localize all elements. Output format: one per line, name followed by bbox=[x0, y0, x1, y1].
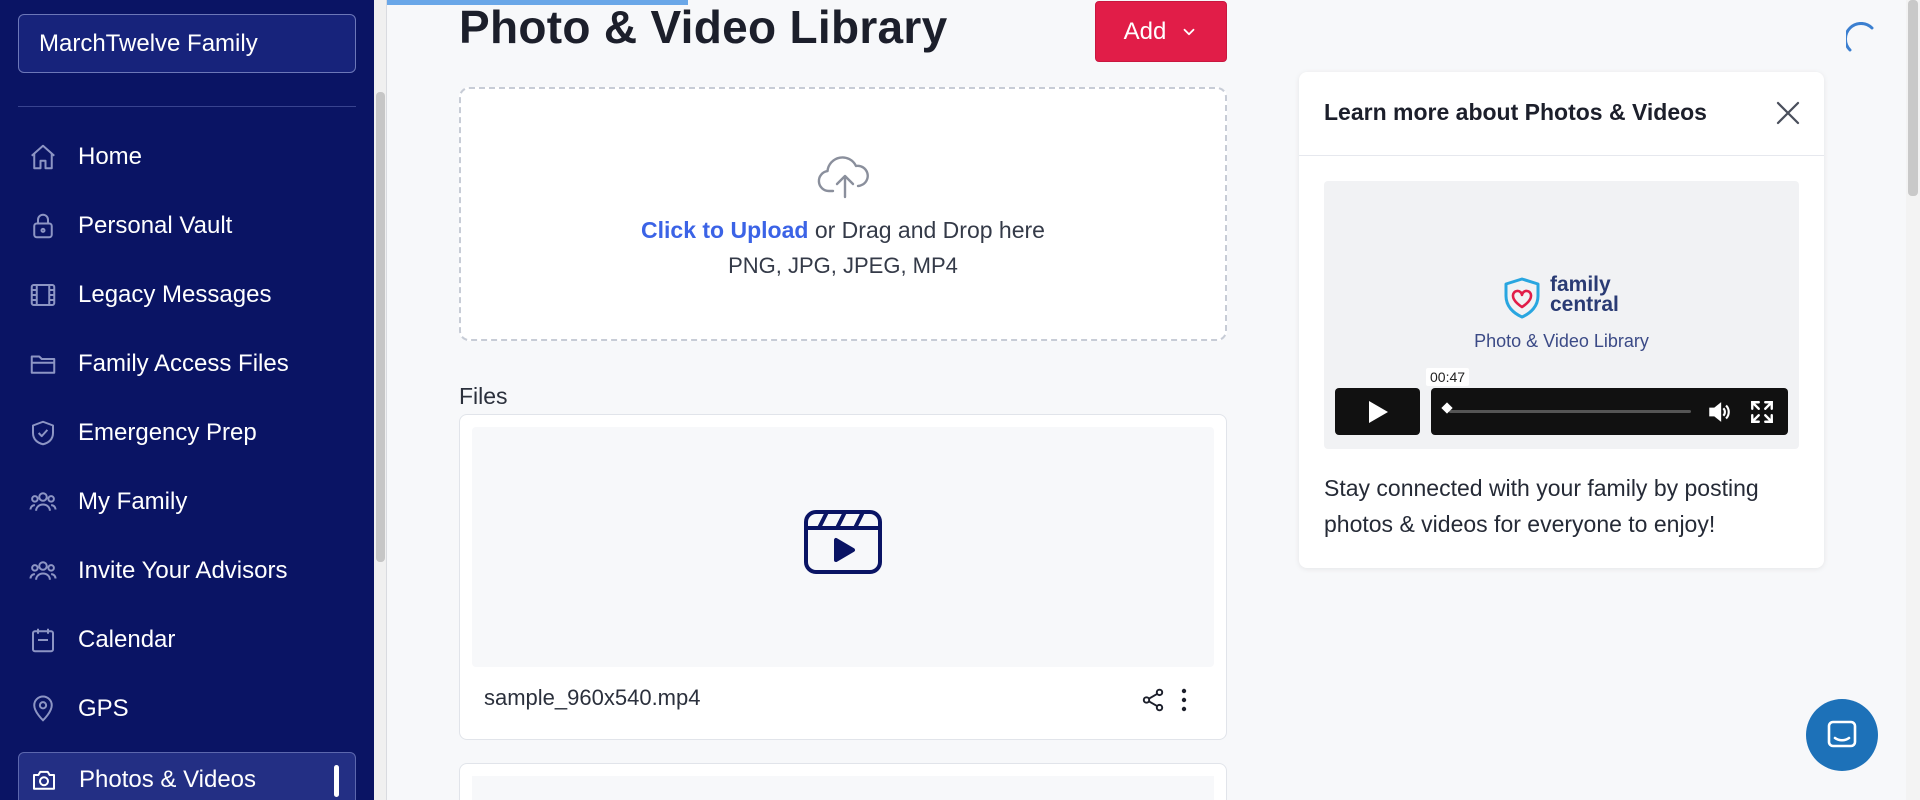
page-scrollbar[interactable] bbox=[1906, 0, 1920, 800]
sidebar-item-emergency-prep[interactable]: Emergency Prep bbox=[18, 405, 356, 461]
users-icon bbox=[26, 485, 60, 519]
sidebar-item-label: Emergency Prep bbox=[78, 419, 257, 446]
home-icon bbox=[26, 140, 60, 174]
film-icon bbox=[26, 278, 60, 312]
sidebar-item-legacy-messages[interactable]: Legacy Messages bbox=[18, 267, 356, 323]
file-name: sample_960x540.mp4 bbox=[484, 685, 701, 710]
sidebar-scrollbar[interactable] bbox=[374, 0, 387, 800]
sidebar-item-label: Invite Your Advisors bbox=[78, 557, 288, 584]
sidebar-item-home[interactable]: Home bbox=[18, 129, 356, 185]
time-tooltip: 00:47 bbox=[1426, 368, 1470, 386]
files-heading: Files bbox=[459, 383, 508, 409]
chevron-down-icon bbox=[1183, 28, 1195, 35]
chat-icon bbox=[1827, 720, 1857, 748]
sidebar-item-label: Legacy Messages bbox=[78, 281, 272, 308]
learn-panel-description: Stay connected with your family by posti… bbox=[1324, 475, 1759, 537]
sidebar-item-label: My Family bbox=[78, 488, 188, 515]
sidebar-item-label: Calendar bbox=[78, 626, 176, 653]
family-selector[interactable]: MarchTwelve Family bbox=[18, 14, 356, 73]
add-button[interactable]: Add bbox=[1095, 1, 1227, 62]
sidebar-item-calendar[interactable]: Calendar bbox=[18, 612, 356, 668]
file-thumbnail[interactable] bbox=[472, 776, 1214, 800]
sidebar-item-label: Personal Vault bbox=[78, 212, 233, 239]
sidebar-item-label: Photos & Videos bbox=[79, 766, 257, 793]
page-title: Photo & Video Library bbox=[459, 1, 948, 53]
loading-spinner-icon bbox=[1846, 22, 1874, 52]
file-thumbnail[interactable] bbox=[472, 427, 1214, 667]
learn-panel-title: Learn more about Photos & Videos bbox=[1324, 99, 1707, 125]
file-card[interactable]: sample_960x540.mp4 bbox=[459, 414, 1227, 740]
play-button[interactable] bbox=[1335, 388, 1420, 435]
sidebar-item-photos-videos[interactable]: Photos & Videos bbox=[18, 752, 356, 800]
sidebar-item-label: GPS bbox=[78, 695, 129, 722]
volume-icon[interactable] bbox=[1706, 399, 1732, 425]
upload-instruction-rest: or Drag and Drop here bbox=[808, 217, 1045, 243]
sidebar: MarchTwelve Family Home Personal Vault L… bbox=[0, 0, 374, 800]
camera-icon bbox=[27, 763, 61, 797]
shield-check-icon bbox=[26, 416, 60, 450]
brand-name: family central bbox=[1550, 273, 1619, 316]
active-indicator bbox=[334, 765, 339, 797]
map-pin-icon bbox=[26, 692, 60, 726]
sidebar-item-my-family[interactable]: My Family bbox=[18, 474, 356, 530]
family-name: MarchTwelve Family bbox=[39, 29, 258, 57]
folder-icon bbox=[26, 347, 60, 381]
sidebar-item-label: Home bbox=[78, 143, 143, 170]
chat-launcher-button[interactable] bbox=[1806, 699, 1878, 771]
share-icon[interactable] bbox=[1140, 687, 1166, 713]
lock-icon bbox=[26, 209, 60, 243]
sidebar-item-invite-advisors[interactable]: Invite Your Advisors bbox=[18, 543, 356, 599]
video-clapper-icon bbox=[804, 510, 882, 574]
family-central-logo-icon bbox=[1504, 277, 1540, 319]
click-to-upload-link[interactable]: Click to Upload bbox=[641, 217, 808, 243]
learn-panel-header: Learn more about Photos & Videos bbox=[1299, 72, 1824, 156]
cloud-upload-icon bbox=[817, 156, 869, 199]
upload-dropzone[interactable]: Click to Upload or Drag and Drop here PN… bbox=[459, 87, 1227, 341]
close-icon[interactable] bbox=[1773, 98, 1803, 128]
sidebar-item-label: Family Access Files bbox=[78, 350, 289, 377]
learn-more-panel: Learn more about Photos & Videos family … bbox=[1299, 72, 1824, 568]
upload-formats: PNG, JPG, JPEG, MP4 bbox=[728, 253, 958, 278]
sidebar-item-family-access-files[interactable]: Family Access Files bbox=[18, 336, 356, 392]
fullscreen-icon[interactable] bbox=[1749, 399, 1775, 425]
more-vertical-icon[interactable] bbox=[1178, 687, 1190, 713]
page-scrollbar-thumb[interactable] bbox=[1908, 0, 1918, 196]
play-icon bbox=[1368, 400, 1388, 423]
add-button-label: Add bbox=[1123, 17, 1167, 45]
upload-instruction: Click to Upload or Drag and Drop here bbox=[461, 217, 1225, 244]
video-subtitle: Photo & Video Library bbox=[1474, 331, 1649, 351]
video-player[interactable]: family central Photo & Video Library 00:… bbox=[1324, 181, 1799, 449]
sidebar-item-personal-vault[interactable]: Personal Vault bbox=[18, 198, 356, 254]
sidebar-scrollbar-thumb[interactable] bbox=[376, 92, 385, 562]
sidebar-divider bbox=[18, 106, 356, 107]
seek-bar[interactable] bbox=[1449, 410, 1691, 413]
users-icon bbox=[26, 554, 60, 588]
file-card[interactable] bbox=[459, 763, 1227, 800]
calendar-icon bbox=[26, 623, 60, 657]
sidebar-item-gps[interactable]: GPS bbox=[18, 681, 356, 737]
video-controls bbox=[1431, 388, 1788, 435]
